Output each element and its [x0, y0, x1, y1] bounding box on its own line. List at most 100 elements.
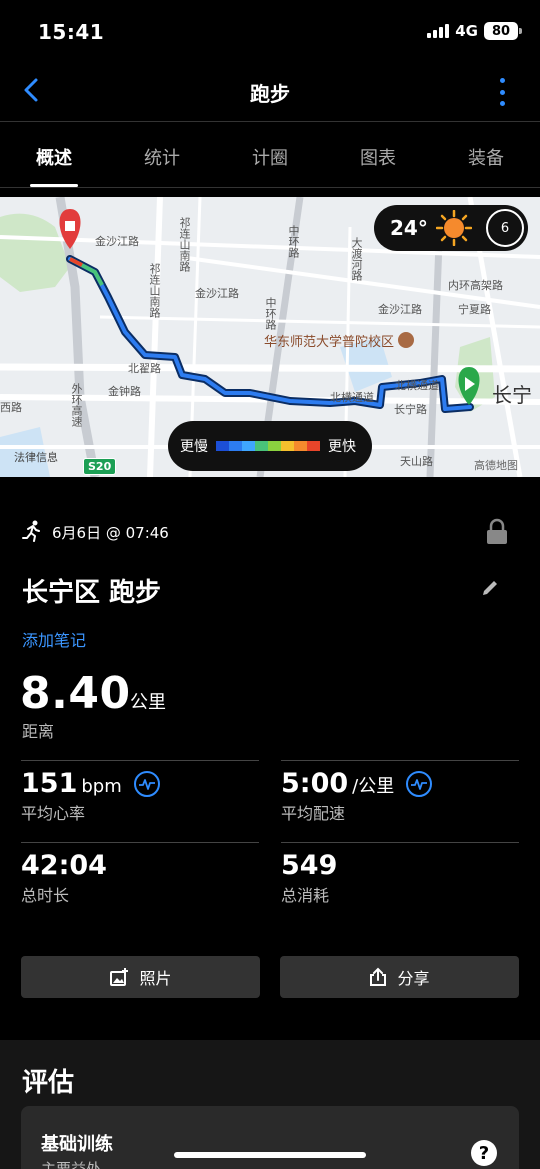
- map-label: 金沙江路: [195, 287, 239, 300]
- stat-divider: [21, 760, 259, 761]
- pace-gradient-bar: [216, 441, 320, 451]
- network-type: 4G: [455, 22, 478, 40]
- status-indicators: 4G 80: [427, 22, 522, 40]
- distance-label: 距离: [22, 722, 55, 741]
- assessment-card[interactable]: 基础训练 主要益处 ?: [21, 1106, 519, 1169]
- heart-rate-unit: bpm: [81, 776, 122, 797]
- tab-divider: [0, 187, 540, 188]
- stat-divider: [281, 760, 519, 761]
- map-label: 祁连山南路: [178, 217, 191, 272]
- share-button-label: 分享: [397, 969, 430, 988]
- calories-value: 549: [281, 850, 338, 881]
- duration-label: 总时长: [21, 886, 70, 905]
- legend-color-segment: [268, 441, 281, 451]
- activity-header: 6月6日 @ 07:46: [22, 518, 518, 548]
- map-label: 祁连山南路: [148, 263, 161, 318]
- more-dot-icon: [499, 101, 505, 106]
- weather-widget: 24° 6: [374, 205, 528, 251]
- map-label: 金沙江路: [95, 235, 139, 248]
- university-icon: [398, 332, 414, 348]
- legend-color-segment: [281, 441, 294, 451]
- tab-gear[interactable]: 装备: [432, 123, 540, 187]
- heart-rate-label: 平均心率: [21, 804, 86, 823]
- map-label: 外环高速: [70, 383, 83, 427]
- stat-divider: [281, 842, 519, 843]
- map-label: 西路: [0, 401, 22, 414]
- map-label: 大渡河路: [350, 237, 363, 281]
- duration-value: 42:04: [21, 850, 107, 881]
- status-time: 15:41: [38, 20, 105, 44]
- route-map[interactable]: 金沙江路 金沙江路 金沙江路 祁连山南路 祁连山南路 中环路 中环路 大渡河路 …: [0, 197, 540, 477]
- wind-speed: 6: [500, 220, 510, 236]
- map-label: 天山路: [400, 455, 433, 468]
- distance-unit: 公里: [130, 692, 166, 713]
- sun-icon: [435, 209, 473, 247]
- legend-color-segment: [229, 441, 242, 451]
- legend-color-segment: [307, 441, 320, 451]
- activity-date: 6月6日 @ 07:46: [52, 524, 169, 542]
- pace-value: 5:00: [281, 768, 349, 799]
- page-title: 跑步: [250, 82, 290, 106]
- assessment-section: 评估 基础训练 主要益处 ?: [0, 1040, 540, 1169]
- legend-color-segment: [255, 441, 268, 451]
- map-attribution: 高德地图: [474, 459, 518, 472]
- more-dot-icon: [499, 78, 505, 83]
- edit-pencil-icon[interactable]: [480, 578, 500, 598]
- tab-laps[interactable]: 计圈: [216, 123, 324, 187]
- tab-overview[interactable]: 概述: [0, 123, 108, 187]
- map-label: 金钟路: [108, 385, 141, 398]
- legend-fast-label: 更快: [328, 439, 356, 455]
- photo-button-label: 照片: [139, 969, 172, 988]
- map-label: 北横通道: [395, 379, 439, 392]
- tab-bar: 概述 统计 计圈 图表 装备: [0, 123, 540, 187]
- map-label-university: 华东师范大学普陀校区: [264, 335, 395, 350]
- stat-divider: [21, 842, 259, 843]
- legend-color-segment: [216, 441, 229, 451]
- calories-label: 总消耗: [281, 886, 330, 905]
- legend-color-segment: [242, 441, 255, 451]
- legal-info-link[interactable]: 法律信息: [14, 449, 58, 465]
- highway-badge: S20: [83, 458, 117, 475]
- map-label: 内环高架路: [448, 279, 503, 292]
- photo-button[interactable]: 照片: [21, 956, 260, 998]
- more-dot-icon: [499, 89, 505, 95]
- assessment-card-subtitle: 主要益处: [41, 1160, 102, 1169]
- status-bar: 15:41 4G 80: [0, 0, 540, 60]
- wind-indicator: 6: [486, 209, 524, 247]
- pace-unit: /公里: [352, 776, 395, 797]
- pulse-icon[interactable]: [133, 770, 160, 797]
- battery-icon: 80: [484, 22, 522, 40]
- help-icon[interactable]: ?: [471, 1140, 497, 1166]
- assessment-card-title: 基础训练: [41, 1134, 113, 1155]
- heart-rate-value: 151: [21, 768, 78, 799]
- map-label: 长宁路: [394, 403, 427, 416]
- map-label-district: 长宁: [492, 383, 532, 407]
- tab-charts[interactable]: 图表: [324, 123, 432, 187]
- pace-label: 平均配速: [281, 804, 346, 823]
- map-label: 金沙江路: [378, 303, 422, 316]
- map-label: 北横通道: [330, 391, 374, 404]
- share-button[interactable]: 分享: [280, 956, 519, 998]
- stat-duration: 42:04 总时长: [21, 842, 259, 912]
- weather-temperature: 24°: [390, 216, 428, 240]
- add-note-link[interactable]: 添加笔记: [22, 627, 86, 651]
- map-label: 宁夏路: [458, 303, 491, 316]
- map-label: 北翟路: [128, 362, 161, 375]
- add-photo-icon: [110, 968, 129, 986]
- nav-bar: 跑步: [0, 60, 540, 122]
- running-icon: [22, 520, 40, 542]
- stat-calories: 549 总消耗: [281, 842, 519, 912]
- battery-level: 80: [491, 23, 511, 39]
- legend-slow-label: 更慢: [180, 439, 208, 455]
- tab-stats[interactable]: 统计: [108, 123, 216, 187]
- map-label: 中环路: [264, 297, 277, 330]
- stat-pace: 5:00 /公里 平均配速: [281, 760, 519, 830]
- home-indicator: [174, 1152, 366, 1158]
- share-icon: [370, 967, 387, 986]
- legend-color-segment: [294, 441, 307, 451]
- more-options-button[interactable]: [494, 78, 510, 106]
- distance-value: 8.40: [20, 668, 131, 719]
- lock-icon[interactable]: [486, 518, 508, 546]
- pace-legend: 更慢 更快: [168, 421, 372, 471]
- pulse-icon[interactable]: [406, 770, 433, 797]
